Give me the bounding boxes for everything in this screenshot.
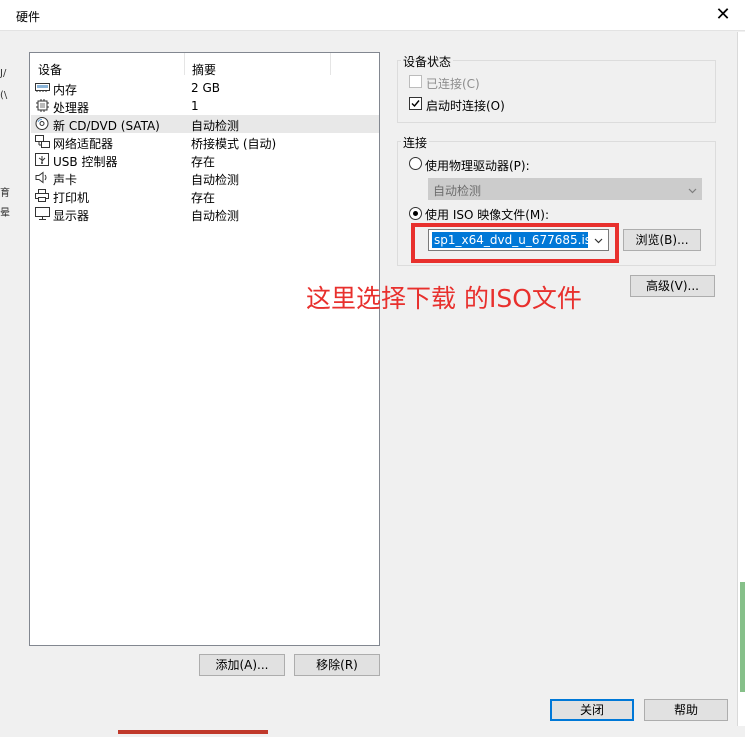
help-button[interactable]: 帮助 xyxy=(644,699,728,721)
device-summary: 自动检测 xyxy=(191,173,240,187)
physical-drive-value: 自动检测 xyxy=(433,184,482,198)
browse-button[interactable]: 浏览(B)... xyxy=(623,229,701,251)
memory-icon xyxy=(35,83,50,92)
device-row-usb[interactable]: USB 控制器 存在 xyxy=(31,151,379,169)
physical-drive-select[interactable]: 自动检测 xyxy=(428,178,702,200)
background-text: (\ xyxy=(0,90,8,101)
advanced-button[interactable]: 高级(V)... xyxy=(630,275,715,297)
close-icon[interactable]: ✕ xyxy=(708,2,738,28)
background-window-edge-right xyxy=(737,32,745,737)
device-row-cpu[interactable]: 处理器 1 xyxy=(31,97,379,115)
background-text: 育 xyxy=(0,188,10,199)
device-row-sound[interactable]: 声卡 自动检测 xyxy=(31,169,379,187)
device-summary: 桥接模式 (自动) xyxy=(191,137,277,151)
background-window-bottom xyxy=(0,726,745,737)
device-summary: 自动检测 xyxy=(191,119,240,133)
cpu-icon xyxy=(36,99,49,112)
annotation-highlight-box xyxy=(411,223,619,263)
background-text: 晕 xyxy=(0,208,10,219)
monitor-icon xyxy=(35,207,50,220)
device-name: 显示器 xyxy=(53,209,90,223)
connected-checkbox[interactable] xyxy=(409,75,422,88)
device-name: 新 CD/DVD (SATA) xyxy=(53,119,160,133)
device-name: 网络适配器 xyxy=(53,137,114,151)
physical-drive-radio[interactable] xyxy=(409,157,422,170)
device-name: 内存 xyxy=(53,83,78,97)
device-summary: 自动检测 xyxy=(191,209,240,223)
device-row-cd-dvd[interactable]: 新 CD/DVD (SATA) 自动检测 xyxy=(31,115,379,133)
device-status-title: 设备状态 xyxy=(401,53,454,70)
device-summary: 1 xyxy=(191,99,199,113)
device-summary: 存在 xyxy=(191,191,216,205)
column-header-device[interactable]: 设备 xyxy=(38,61,62,78)
device-name: 处理器 xyxy=(53,101,90,115)
network-icon xyxy=(35,135,50,148)
printer-icon xyxy=(35,189,49,202)
column-header-summary[interactable]: 摘要 xyxy=(192,61,216,78)
connect-at-power-on-checkbox[interactable] xyxy=(409,97,422,110)
add-device-button[interactable]: 添加(A)... xyxy=(199,654,285,676)
cd-dvd-icon xyxy=(35,117,49,130)
device-summary: 存在 xyxy=(191,155,216,169)
iso-image-label: 使用 ISO 映像文件(M): xyxy=(425,208,549,222)
device-name: 声卡 xyxy=(53,173,78,187)
background-text: J/ xyxy=(0,68,7,79)
iso-image-radio[interactable] xyxy=(409,207,422,220)
speaker-icon xyxy=(35,171,47,184)
window-title: 硬件 xyxy=(16,10,41,24)
usb-icon xyxy=(35,153,49,166)
checkmark-icon xyxy=(411,100,420,108)
device-summary: 2 GB xyxy=(191,81,220,95)
close-button[interactable]: 关闭 xyxy=(550,699,634,721)
device-list[interactable]: 设备 摘要 内存 2 GB 处理器 1 新 CD/DVD (SATA) 自动检测… xyxy=(29,52,380,646)
connected-label: 已连接(C) xyxy=(426,77,480,91)
device-name: USB 控制器 xyxy=(53,155,118,169)
connect-at-power-on-label: 启动时连接(O) xyxy=(426,99,505,113)
physical-drive-label: 使用物理驱动器(P): xyxy=(425,159,530,173)
background-window-edge: J/ (\ 育 晕 xyxy=(0,32,12,737)
device-row-printer[interactable]: 打印机 存在 xyxy=(31,187,379,205)
device-list-header: 设备 摘要 xyxy=(30,53,379,79)
device-row-memory[interactable]: 内存 2 GB xyxy=(31,79,379,97)
remove-device-button[interactable]: 移除(R) xyxy=(294,654,380,676)
title-bar: 硬件 ✕ xyxy=(0,0,745,31)
chevron-down-icon xyxy=(688,188,697,194)
device-name: 打印机 xyxy=(53,191,90,205)
connection-title: 连接 xyxy=(401,134,430,151)
annotation-text: 这里选择下载 的ISO文件 xyxy=(306,284,582,313)
device-row-network[interactable]: 网络适配器 桥接模式 (自动) xyxy=(31,133,379,151)
device-row-display[interactable]: 显示器 自动检测 xyxy=(31,205,379,223)
